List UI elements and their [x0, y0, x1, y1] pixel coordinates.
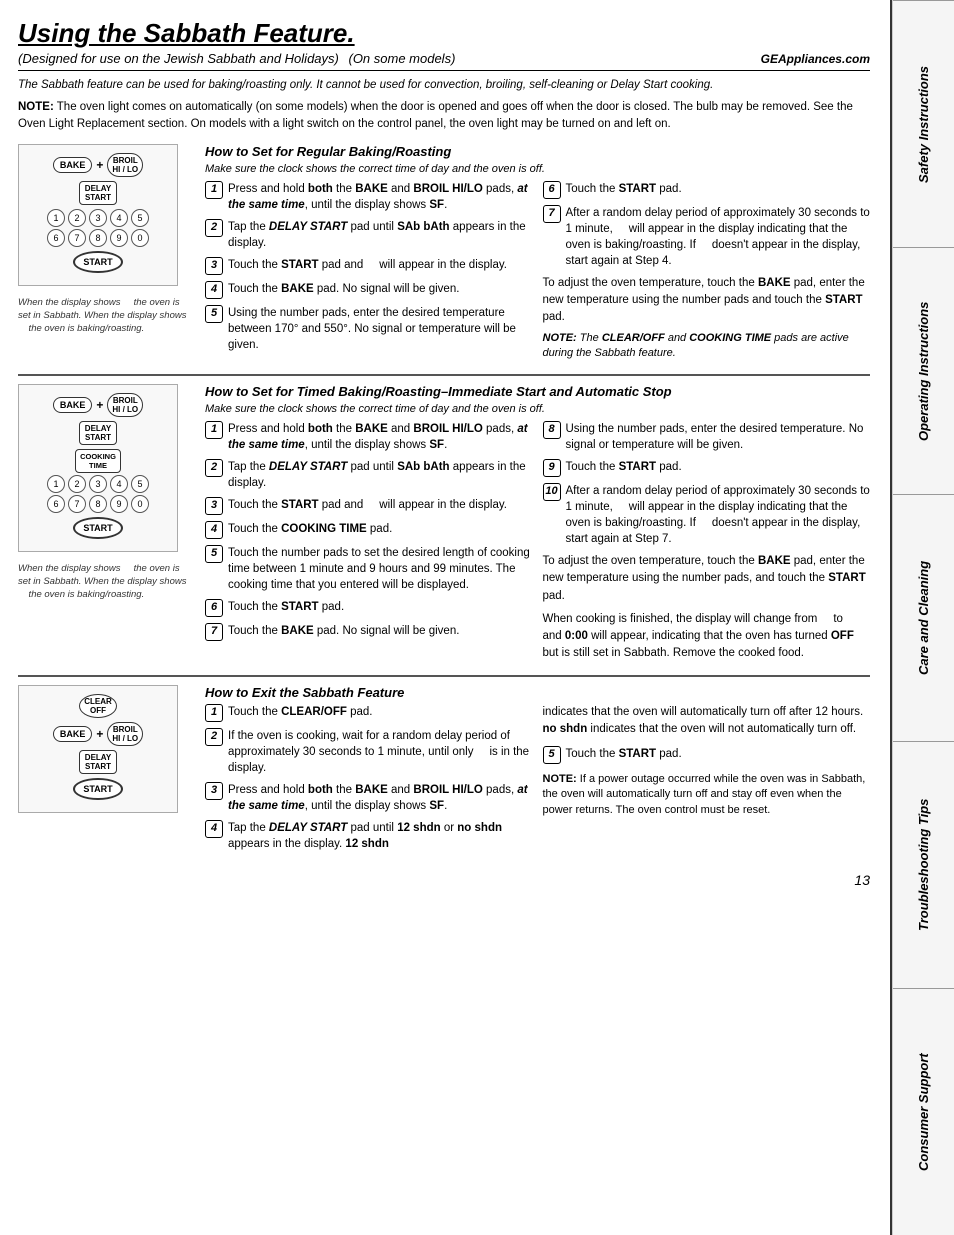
section2-steps-right: 8 Using the number pads, enter the desir… [543, 421, 871, 663]
broil-pad-2: BROILHI / LO [107, 393, 143, 417]
section-exit: CLEAROFF BAKE + BROILHI / LO DELAYSTART … [18, 685, 870, 869]
start-pad-1: START [73, 251, 122, 273]
diagram-caption-1: When the display shows the oven is set i… [18, 296, 193, 336]
step-1-3: 3 Touch the START pad and will appear in… [205, 257, 533, 275]
step-2-8: 8 Using the number pads, enter the desir… [543, 421, 871, 453]
start-pad-2: START [73, 517, 122, 539]
page-title: Using the Sabbath Feature. [18, 18, 455, 49]
section3-steps-left: 1 Touch the CLEAR/OFF pad. 2 If the oven… [205, 704, 533, 859]
section1-adjust: To adjust the oven temperature, touch th… [543, 275, 871, 327]
step-2-9: 9 Touch the START pad. [543, 459, 871, 477]
section2-title: How to Set for Timed Baking/Roasting–Imm… [205, 384, 870, 399]
step-3-3: 3 Press and hold both the BAKE and BROIL… [205, 782, 533, 814]
step-2-7: 7 Touch the BAKE pad. No signal will be … [205, 623, 533, 641]
cooking-time-pad: COOKINGTIME [75, 449, 121, 473]
section3-note-power: NOTE: If a power outage occurred while t… [543, 772, 871, 818]
sidebar-operating: Operating Instructions [893, 247, 954, 494]
step-3-1: 1 Touch the CLEAR/OFF pad. [205, 704, 533, 722]
section2-make-sure: Make sure the clock shows the correct ti… [205, 403, 870, 415]
delay-start-pad-2: DELAYSTART [79, 421, 117, 445]
sidebar-troubleshooting: Troubleshooting Tips [893, 741, 954, 988]
section3-steps-right: indicates that the oven will automatical… [543, 704, 871, 859]
delay-start-pad-3: DELAYSTART [79, 750, 117, 774]
step-1-6: 6 Touch the START pad. [543, 181, 871, 199]
broil-pad-1: BROILHI / LO [107, 153, 143, 177]
header: Using the Sabbath Feature. (Designed for… [18, 18, 870, 134]
section3-steps: 1 Touch the CLEAR/OFF pad. 2 If the oven… [205, 704, 870, 859]
step-2-6: 6 Touch the START pad. [205, 599, 533, 617]
oven-diagram-3: CLEAROFF BAKE + BROILHI / LO DELAYSTART … [18, 685, 178, 813]
step-3-4: 4 Tap the DELAY START pad until 12 shdn … [205, 820, 533, 852]
section3-instructions: How to Exit the Sabbath Feature 1 Touch … [205, 685, 870, 859]
step-1-1: 1 Press and hold both the BAKE and BROIL… [205, 181, 533, 213]
clear-off-pad: CLEAROFF [79, 694, 117, 718]
num-row-2-top: 1 2 3 4 5 [27, 475, 169, 493]
step-2-2: 2 Tap the DELAY START pad until SAb bAth… [205, 459, 533, 491]
section1-note: NOTE: The CLEAR/OFF and COOKING TIME pad… [543, 331, 871, 362]
step-2-1: 1 Press and hold both the BAKE and BROIL… [205, 421, 533, 453]
page-number: 13 [18, 872, 870, 888]
delay-start-pad-1: DELAYSTART [79, 181, 117, 205]
section1-make-sure: Make sure the clock shows the correct ti… [205, 163, 870, 175]
step-3-2: 2 If the oven is cooking, wait for a ran… [205, 728, 533, 776]
intro-text: The Sabbath feature can be used for baki… [18, 77, 870, 93]
section2-instructions: How to Set for Timed Baking/Roasting–Imm… [205, 384, 870, 663]
sidebar-safety: Safety Instructions [893, 0, 954, 247]
section3-title: How to Exit the Sabbath Feature [205, 685, 870, 700]
oven-diagram-2: BAKE + BROILHI / LO DELAYSTART COOKINGTI… [18, 384, 178, 552]
step-2-3: 3 Touch the START pad and will appear in… [205, 497, 533, 515]
step-1-4: 4 Touch the BAKE pad. No signal will be … [205, 281, 533, 299]
section1-steps: 1 Press and hold both the BAKE and BROIL… [205, 181, 870, 362]
sidebar-care: Care and Cleaning [893, 494, 954, 741]
sidebar: Safety Instructions Operating Instructio… [892, 0, 954, 1235]
bake-pad-1: BAKE [53, 157, 93, 173]
step-2-5: 5 Touch the number pads to set the desir… [205, 545, 533, 593]
oven-diagram-1: BAKE + BROILHI / LO DELAYSTART 1 2 3 4 5… [18, 144, 178, 286]
page-subtitle: (Designed for use on the Jewish Sabbath … [18, 51, 455, 66]
num-row-2-bot: 6 7 8 9 0 [27, 495, 169, 513]
note-text: NOTE: The oven light comes on automatica… [18, 99, 870, 134]
broil-pad-3: BROILHI / LO [107, 722, 143, 746]
num-row-1-top: 1 2 3 4 5 [27, 209, 169, 227]
step-1-7: 7 After a random delay period of approxi… [543, 205, 871, 269]
step-2-4: 4 Touch the COOKING TIME pad. [205, 521, 533, 539]
step-1-2: 2 Tap the DELAY START pad until SAb bAth… [205, 219, 533, 251]
sidebar-consumer: Consumer Support [893, 988, 954, 1235]
num-row-1-bot: 6 7 8 9 0 [27, 229, 169, 247]
step-3-5: 5 Touch the START pad. [543, 746, 871, 764]
section-timed-baking: BAKE + BROILHI / LO DELAYSTART COOKINGTI… [18, 384, 870, 677]
section2-diagram: BAKE + BROILHI / LO DELAYSTART COOKINGTI… [18, 384, 193, 663]
section1-title: How to Set for Regular Baking/Roasting [205, 144, 870, 159]
section2-finish: When cooking is finished, the display wi… [543, 611, 871, 663]
step-1-5: 5 Using the number pads, enter the desir… [205, 305, 533, 353]
bake-pad-2: BAKE [53, 397, 93, 413]
start-pad-3: START [73, 778, 122, 800]
shdn-description: indicates that the oven will automatical… [543, 704, 871, 739]
section2-adjust: To adjust the oven temperature, touch th… [543, 553, 871, 605]
diagram-caption-2: When the display shows the oven is set i… [18, 562, 193, 602]
main-content: Using the Sabbath Feature. (Designed for… [0, 0, 892, 1235]
section-regular-baking: BAKE + BROILHI / LO DELAYSTART 1 2 3 4 5… [18, 144, 870, 376]
section3-diagram: CLEAROFF BAKE + BROILHI / LO DELAYSTART … [18, 685, 193, 859]
section2-steps: 1 Press and hold both the BAKE and BROIL… [205, 421, 870, 663]
bake-pad-3: BAKE [53, 726, 93, 742]
section2-steps-left: 1 Press and hold both the BAKE and BROIL… [205, 421, 533, 663]
section1-steps-left: 1 Press and hold both the BAKE and BROIL… [205, 181, 533, 362]
step-2-10: 10 After a random delay period of approx… [543, 483, 871, 547]
website: GEAppliances.com [761, 52, 870, 66]
section1-diagram: BAKE + BROILHI / LO DELAYSTART 1 2 3 4 5… [18, 144, 193, 362]
section1-steps-right: 6 Touch the START pad. 7 After a random … [543, 181, 871, 362]
section1-instructions: How to Set for Regular Baking/Roasting M… [205, 144, 870, 362]
